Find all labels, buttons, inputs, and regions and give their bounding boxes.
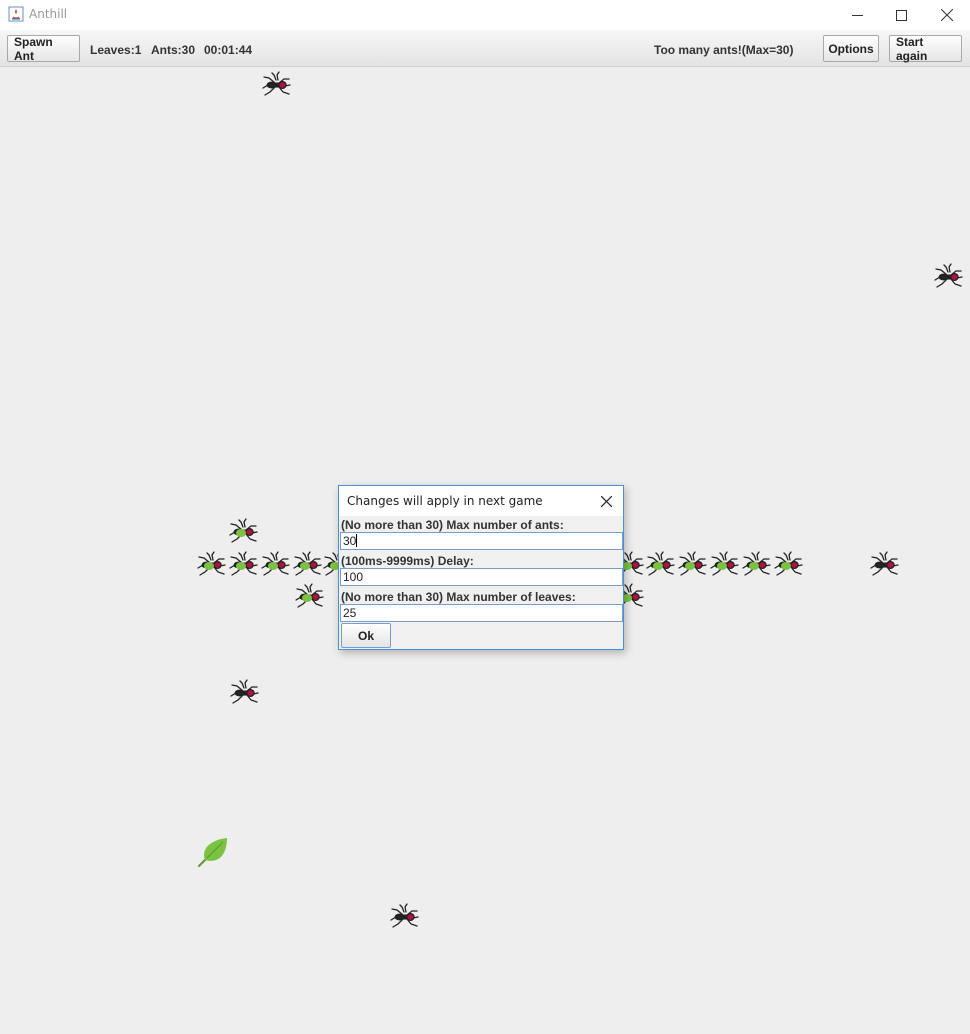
delay-label: (100ms-9999ms) Delay: [341, 554, 474, 568]
minimize-button[interactable] [834, 0, 880, 30]
dialog-close-button[interactable] [597, 492, 615, 510]
close-icon [941, 9, 953, 21]
ant-sprite [934, 263, 963, 288]
max-leaves-field[interactable]: 25 [340, 604, 623, 622]
max-ants-field[interactable]: 30 [340, 532, 623, 550]
ant-carrying-leaf-sprite [742, 551, 771, 576]
maximize-icon [895, 9, 907, 21]
toolbar: Spawn Ant Leaves:1 Ants:30 00:01:44 Too … [0, 30, 970, 67]
game-timer: 00:01:44 [204, 43, 253, 57]
ant-carrying-leaf-sprite [646, 551, 675, 576]
max-ants-label: (No more than 30) Max number of ants: [341, 518, 564, 532]
ant-sprite [390, 903, 419, 928]
text-caret [356, 534, 358, 547]
delay-value: 100 [343, 570, 364, 584]
game-window: Anthill Spawn Ant Leaves:1 Ants:30 00:01… [0, 0, 970, 1034]
spawn-ant-button[interactable]: Spawn Ant [7, 35, 80, 63]
ant-carrying-leaf-sprite [229, 518, 258, 543]
max-leaves-value: 25 [343, 606, 357, 620]
ant-carrying-leaf-sprite [678, 551, 707, 576]
window-title: Anthill [29, 7, 68, 21]
max-leaves-label: (No more than 30) Max number of leaves: [341, 590, 576, 604]
dialog-title: Changes will apply in next game [347, 494, 543, 508]
leaf-icon [198, 837, 228, 867]
java-app-icon [8, 6, 24, 22]
close-icon [600, 495, 612, 507]
ant-carrying-leaf-sprite [229, 551, 258, 576]
ant-carrying-leaf-sprite [293, 551, 322, 576]
title-bar: Anthill [0, 0, 970, 30]
ant-carrying-leaf-sprite [197, 551, 226, 576]
ant-carrying-leaf-sprite [295, 583, 324, 608]
ant-sprite [230, 679, 259, 704]
leaves-counter: Leaves:1 [90, 43, 142, 57]
status-message: Too many ants!(Max=30) [654, 43, 794, 57]
options-button[interactable]: Options [823, 35, 879, 62]
ant-sprite [870, 551, 899, 576]
ants-counter: Ants:30 [151, 43, 196, 57]
ant-carrying-leaf-sprite [261, 551, 290, 576]
ant-sprite [262, 71, 291, 96]
ant-carrying-leaf-sprite [774, 551, 803, 576]
dialog-header: Changes will apply in next game [339, 486, 623, 516]
max-ants-value: 30 [343, 534, 357, 548]
start-again-button[interactable]: Start again [889, 35, 962, 63]
options-dialog: Changes will apply in next game (No more… [338, 485, 624, 650]
ok-button[interactable]: Ok [341, 623, 391, 648]
delay-field[interactable]: 100 [340, 568, 623, 586]
maximize-button[interactable] [878, 0, 924, 30]
minimize-icon [851, 14, 863, 16]
close-window-button[interactable] [924, 0, 970, 30]
ant-carrying-leaf-sprite [710, 551, 739, 576]
